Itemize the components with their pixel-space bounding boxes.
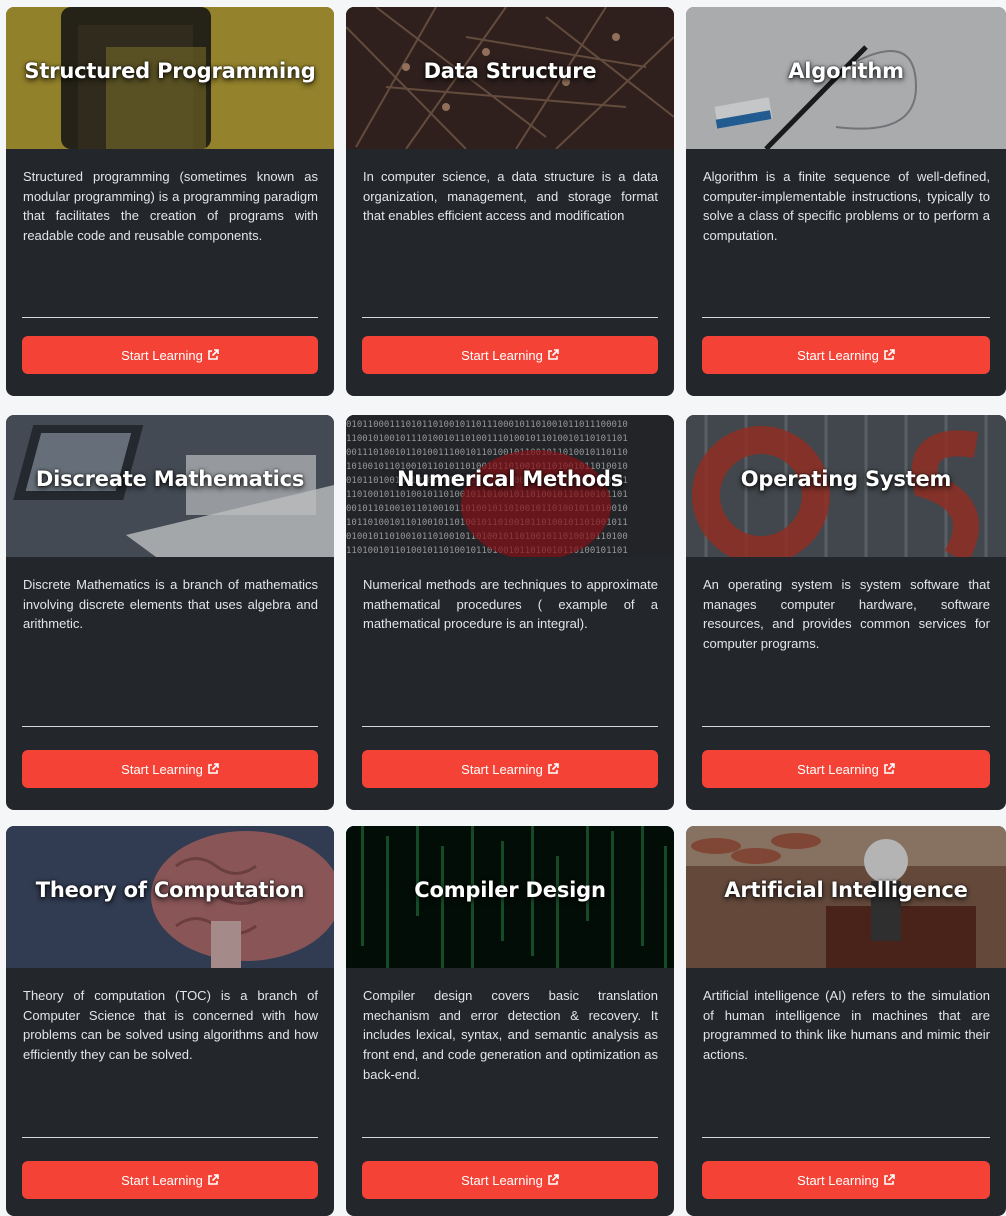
course-description: Discrete Mathematics is a branch of math… bbox=[23, 577, 318, 632]
card-divider bbox=[22, 726, 318, 727]
button-label: Start Learning bbox=[797, 761, 879, 777]
course-description: Algorithm is a finite sequence of well-d… bbox=[703, 169, 990, 244]
course-title: Operating System bbox=[740, 467, 952, 491]
card-divider bbox=[702, 726, 990, 727]
course-image: Algorithm bbox=[686, 7, 1006, 149]
course-image: 0101100011101011010010110111000101101001… bbox=[346, 415, 674, 557]
course-description: Theory of computation (TOC) is a branch … bbox=[23, 988, 318, 1063]
course-title: Discreate Mathematics bbox=[35, 467, 305, 491]
button-label: Start Learning bbox=[461, 761, 543, 777]
course-description: Compiler design covers basic translation… bbox=[363, 988, 658, 1082]
course-description: Structured programming (sometimes known … bbox=[23, 169, 318, 244]
course-title: Structured Programming bbox=[24, 59, 316, 83]
course-card: Compiler Design Compiler design covers b… bbox=[346, 826, 674, 1216]
button-label: Start Learning bbox=[121, 761, 203, 777]
external-link-icon bbox=[208, 349, 219, 360]
course-title: Compiler Design bbox=[414, 878, 606, 902]
external-link-icon bbox=[208, 1174, 219, 1185]
external-link-icon bbox=[884, 349, 895, 360]
course-description: Artificial intelligence (AI) refers to t… bbox=[703, 988, 990, 1063]
course-title: Numerical Methods bbox=[396, 467, 624, 491]
course-card: Data Structure In computer science, a da… bbox=[346, 7, 674, 396]
course-image: Theory of Computation bbox=[6, 826, 334, 968]
start-learning-button[interactable]: Start Learning bbox=[362, 1161, 658, 1199]
course-image: Structured Programming bbox=[6, 7, 334, 149]
course-card: 0101100011101011010010110111000101101001… bbox=[346, 415, 674, 810]
course-title: Data Structure bbox=[423, 59, 597, 83]
card-divider bbox=[22, 317, 318, 318]
card-divider bbox=[362, 726, 658, 727]
card-divider bbox=[702, 317, 990, 318]
course-title: Artificial Intelligence bbox=[724, 878, 968, 902]
start-learning-button[interactable]: Start Learning bbox=[22, 336, 318, 374]
external-link-icon bbox=[884, 1174, 895, 1185]
course-card: Artificial Intelligence Artificial intel… bbox=[686, 826, 1006, 1216]
card-divider bbox=[22, 1137, 318, 1138]
start-learning-button[interactable]: Start Learning bbox=[362, 336, 658, 374]
start-learning-button[interactable]: Start Learning bbox=[702, 336, 990, 374]
course-title: Algorithm bbox=[788, 59, 904, 83]
button-label: Start Learning bbox=[121, 347, 203, 363]
course-description: An operating system is system software t… bbox=[703, 577, 990, 652]
course-card: Operating System An operating system is … bbox=[686, 415, 1006, 810]
start-learning-button[interactable]: Start Learning bbox=[362, 750, 658, 788]
course-card: Discreate Mathematics Discrete Mathemati… bbox=[6, 415, 334, 810]
start-learning-button[interactable]: Start Learning bbox=[702, 1161, 990, 1199]
card-divider bbox=[702, 1137, 990, 1138]
external-link-icon bbox=[548, 763, 559, 774]
external-link-icon bbox=[208, 763, 219, 774]
course-image: Operating System bbox=[686, 415, 1006, 557]
course-card: Algorithm Algorithm is a finite sequence… bbox=[686, 7, 1006, 396]
start-learning-button[interactable]: Start Learning bbox=[702, 750, 990, 788]
external-link-icon bbox=[548, 1174, 559, 1185]
button-label: Start Learning bbox=[797, 347, 879, 363]
button-label: Start Learning bbox=[461, 347, 543, 363]
course-image: Artificial Intelligence bbox=[686, 826, 1006, 968]
course-title: Theory of Computation bbox=[35, 878, 305, 902]
button-label: Start Learning bbox=[797, 1172, 879, 1188]
button-label: Start Learning bbox=[121, 1172, 203, 1188]
start-learning-button[interactable]: Start Learning bbox=[22, 1161, 318, 1199]
card-divider bbox=[362, 317, 658, 318]
start-learning-button[interactable]: Start Learning bbox=[22, 750, 318, 788]
course-description: Numerical methods are techniques to appr… bbox=[363, 577, 658, 632]
course-image: Discreate Mathematics bbox=[6, 415, 334, 557]
card-divider bbox=[362, 1137, 658, 1138]
course-image: Data Structure bbox=[346, 7, 674, 149]
course-card: Structured Programming Structured progra… bbox=[6, 7, 334, 396]
button-label: Start Learning bbox=[461, 1172, 543, 1188]
external-link-icon bbox=[548, 349, 559, 360]
course-description: In computer science, a data structure is… bbox=[363, 169, 658, 224]
course-card: Theory of Computation Theory of computat… bbox=[6, 826, 334, 1216]
course-image: Compiler Design bbox=[346, 826, 674, 968]
external-link-icon bbox=[884, 763, 895, 774]
